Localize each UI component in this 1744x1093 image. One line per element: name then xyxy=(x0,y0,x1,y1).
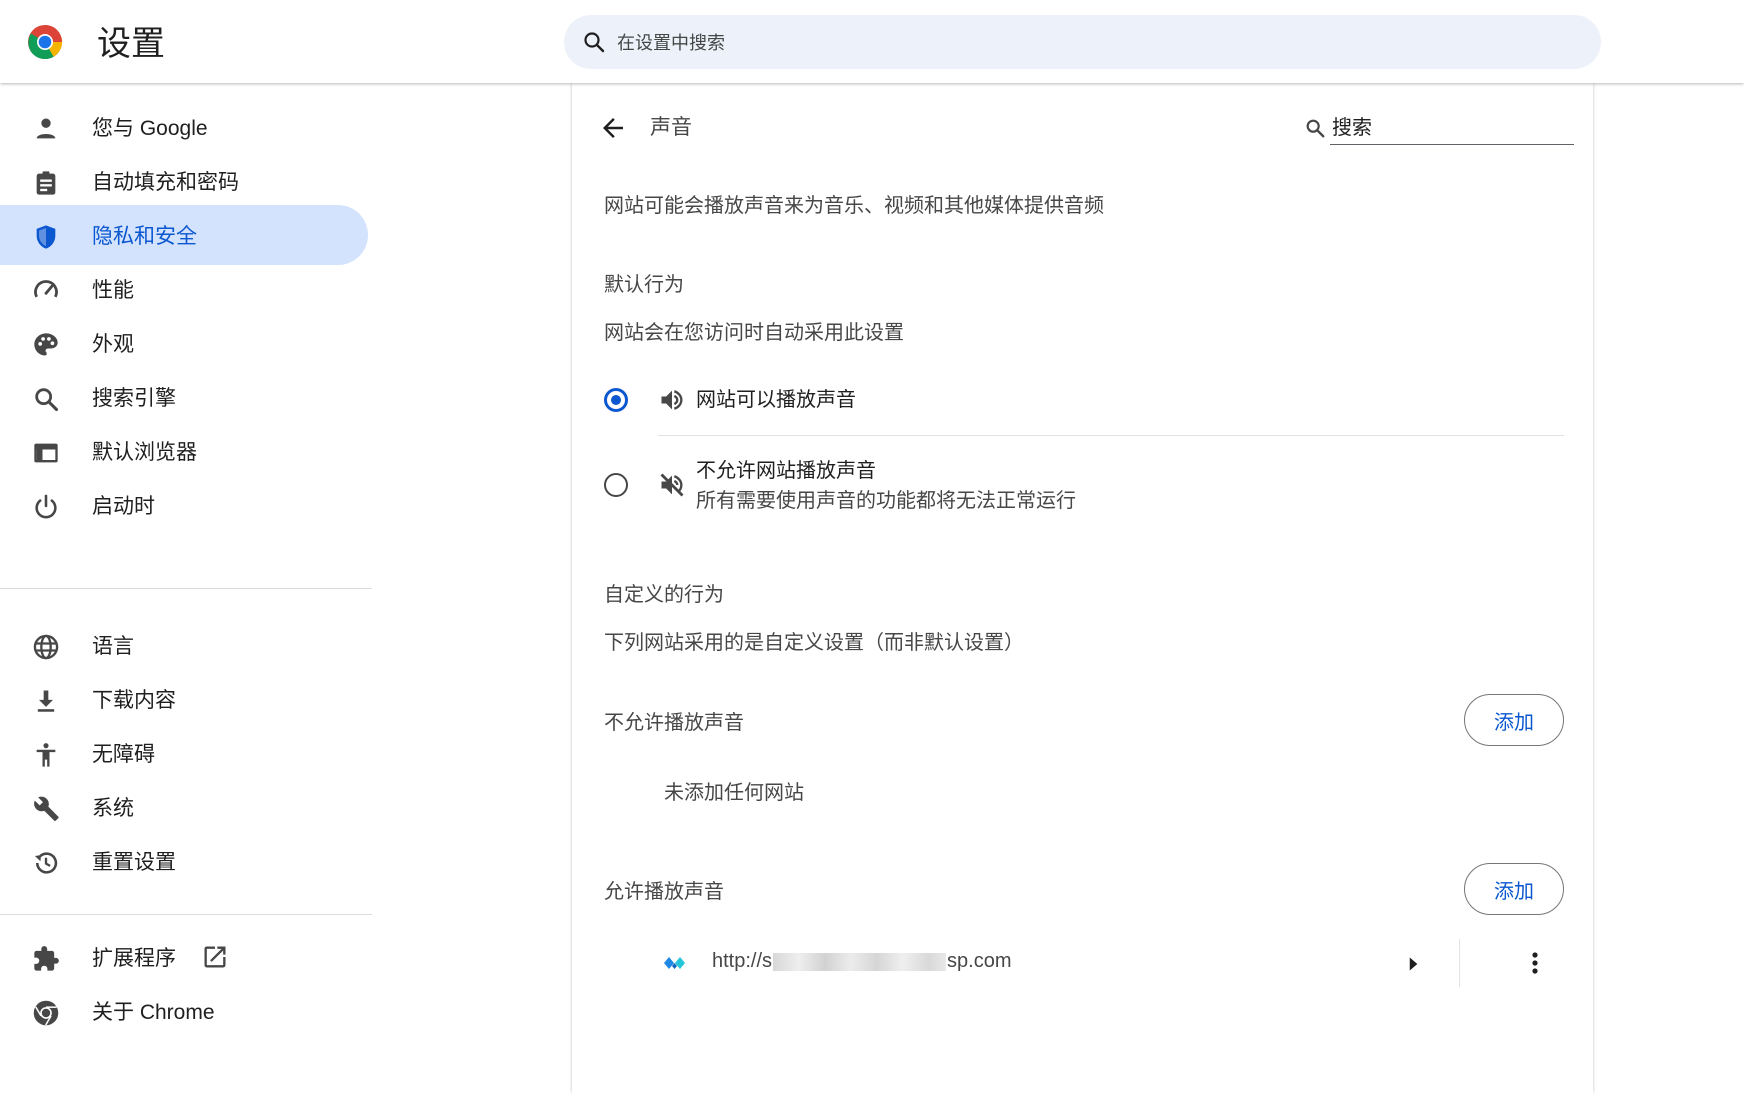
power-icon xyxy=(35,494,57,519)
download-icon xyxy=(37,690,55,712)
sidebar-item-on-startup[interactable]: 启动时 xyxy=(0,475,368,535)
sidebar-item-accessibility[interactable]: 无障碍 xyxy=(0,723,368,783)
sidebar-item-label: 关于 Chrome xyxy=(92,1001,215,1024)
site-favicon-icon xyxy=(664,957,685,969)
sidebar-item-default-browser[interactable]: 默认浏览器 xyxy=(0,421,368,481)
sidebar-item-privacy[interactable]: 隐私和安全 xyxy=(0,205,368,265)
allow-sound-radio[interactable] xyxy=(604,388,628,412)
block-list-title: 不允许播放声音 xyxy=(604,712,744,734)
custom-behavior-subtitle: 下列网站采用的是自定义设置（而非默认设置） xyxy=(604,632,1024,654)
block-sound-label: 不允许网站播放声音 xyxy=(696,460,876,482)
sidebar-item-label: 隐私和安全 xyxy=(92,225,197,248)
add-allowed-site-button[interactable]: 添加 xyxy=(1464,863,1564,915)
option-divider xyxy=(658,435,1564,436)
sidebar-item-you-and-google[interactable]: 您与 Google xyxy=(0,97,368,157)
sidebar-item-label: 系统 xyxy=(92,797,134,820)
volume-off-icon xyxy=(660,473,684,497)
default-behavior-subtitle: 网站会在您访问时自动采用此设置 xyxy=(604,322,904,344)
site-url: http://s sp.com xyxy=(712,947,1012,975)
person-icon xyxy=(36,118,56,139)
speedometer-icon xyxy=(34,280,58,298)
sidebar-item-label: 下载内容 xyxy=(92,689,176,712)
sidebar-divider xyxy=(0,588,372,589)
page-description: 网站可能会播放声音来为音乐、视频和其他媒体提供音频 xyxy=(604,195,1104,217)
allow-sound-label: 网站可以播放声音 xyxy=(696,389,856,411)
puzzle-icon xyxy=(34,946,59,971)
block-sound-radio[interactable] xyxy=(604,473,628,497)
sidebar-item-label: 语言 xyxy=(92,635,134,658)
add-blocked-site-button[interactable]: 添加 xyxy=(1464,694,1564,746)
clipboard-icon xyxy=(36,171,56,195)
site-search-box[interactable] xyxy=(1292,109,1574,145)
sidebar-item-extensions[interactable]: 扩展程序 xyxy=(0,927,368,987)
open-in-new-icon[interactable] xyxy=(201,943,229,971)
arrow-right-icon[interactable] xyxy=(1400,951,1426,977)
sidebar-item-label: 自动填充和密码 xyxy=(92,171,239,194)
custom-behavior-heading: 自定义的行为 xyxy=(604,584,724,606)
sidebar-item-label: 您与 Google xyxy=(92,117,208,140)
shield-icon xyxy=(36,225,56,249)
sidebar-item-performance[interactable]: 性能 xyxy=(0,259,368,319)
sidebar-item-appearance[interactable]: 外观 xyxy=(0,313,368,373)
settings-search-input[interactable] xyxy=(615,27,1519,59)
allowed-site-row[interactable]: http://s sp.com xyxy=(572,923,1593,1003)
sidebar-item-label: 搜索引擎 xyxy=(92,387,176,410)
sidebar-item-label: 启动时 xyxy=(92,495,155,518)
search-icon xyxy=(35,388,59,412)
sidebar-item-autofill[interactable]: 自动填充和密码 xyxy=(0,151,368,211)
app-title: 设置 xyxy=(97,25,165,63)
sidebar-item-label: 重置设置 xyxy=(92,851,176,874)
sidebar-item-label: 外观 xyxy=(92,333,134,356)
history-icon xyxy=(34,852,58,874)
sidebar-divider xyxy=(0,914,372,915)
search-icon xyxy=(584,32,605,53)
sidebar-item-languages[interactable]: 语言 xyxy=(0,615,368,675)
site-url-suffix: sp.com xyxy=(947,950,1012,972)
redacted-blur xyxy=(773,952,947,971)
palette-icon xyxy=(34,333,58,356)
accessibility-icon xyxy=(36,743,56,767)
browser-icon xyxy=(34,443,58,463)
block-sound-subtitle: 所有需要使用声音的功能都将无法正常运行 xyxy=(696,490,1076,512)
sidebar-item-label: 默认浏览器 xyxy=(92,441,197,464)
sidebar-item-downloads[interactable]: 下载内容 xyxy=(0,669,368,729)
top-bar: 设置 xyxy=(0,0,1744,83)
back-arrow-icon[interactable] xyxy=(598,113,628,143)
chrome-logo-icon xyxy=(28,25,63,59)
chrome-icon xyxy=(33,1000,59,1026)
more-vert-icon[interactable] xyxy=(1522,949,1548,977)
site-url-prefix: http://s xyxy=(712,950,773,972)
globe-icon xyxy=(33,634,59,660)
sidebar-item-label: 无障碍 xyxy=(92,743,155,766)
default-behavior-heading: 默认行为 xyxy=(604,274,684,296)
sidebar-item-search-engine[interactable]: 搜索引擎 xyxy=(0,367,368,427)
sidebar-item-reset[interactable]: 重置设置 xyxy=(0,831,368,891)
sound-settings-card: 声音 网站可能会播放声音来为音乐、视频和其他媒体提供音频 默认行为 网站会在您访… xyxy=(572,83,1593,1093)
row-divider xyxy=(1459,939,1460,987)
sidebar-item-system[interactable]: 系统 xyxy=(0,777,368,837)
settings-search-box[interactable] xyxy=(564,15,1601,69)
sidebar-item-about-chrome[interactable]: 关于 Chrome xyxy=(0,981,368,1041)
page-title: 声音 xyxy=(650,116,692,139)
sidebar-item-label: 性能 xyxy=(92,279,134,302)
volume-up-icon xyxy=(661,390,683,410)
wrench-icon xyxy=(34,796,59,822)
search-icon xyxy=(1306,119,1325,138)
sidebar-item-label: 扩展程序 xyxy=(92,947,176,970)
block-list-empty: 未添加任何网站 xyxy=(664,782,804,804)
allow-list-title: 允许播放声音 xyxy=(604,881,724,903)
site-search-input[interactable] xyxy=(1330,112,1574,145)
